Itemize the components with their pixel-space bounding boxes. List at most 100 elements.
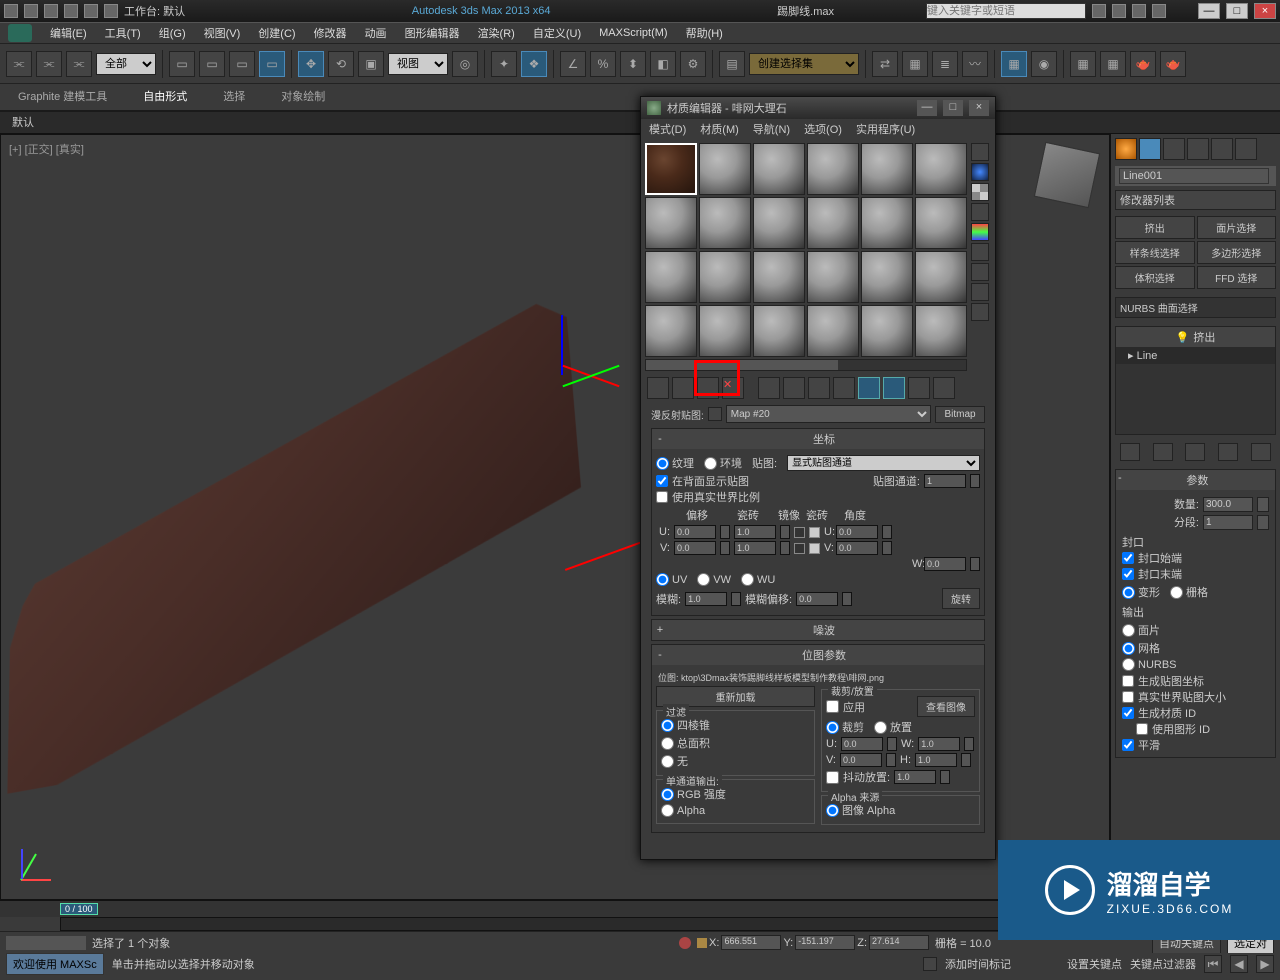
select-icon[interactable]: ▭ <box>169 51 195 77</box>
sample-slot[interactable] <box>645 251 697 303</box>
me-menu-nav[interactable]: 导航(N) <box>753 121 790 137</box>
menu-views[interactable]: 视图(V) <box>204 25 241 41</box>
sample-slot[interactable] <box>915 143 967 195</box>
go-parent-icon[interactable] <box>908 377 930 399</box>
crop-radio[interactable] <box>826 721 839 734</box>
sample-slot[interactable] <box>861 251 913 303</box>
sample-slot[interactable] <box>699 305 751 357</box>
rotate-icon[interactable]: ⟲ <box>328 51 354 77</box>
me-menu-material[interactable]: 材质(M) <box>700 121 739 137</box>
map-channel-spinner[interactable]: 1 <box>924 474 966 488</box>
u-tiling[interactable]: 1.0 <box>734 525 776 539</box>
me-maximize[interactable]: □ <box>943 100 963 116</box>
maximize-button[interactable]: □ <box>1226 3 1248 19</box>
map-type-button[interactable]: Bitmap <box>935 406 985 423</box>
app-menu-icon[interactable] <box>8 24 32 42</box>
sample-slot[interactable] <box>699 143 751 195</box>
curve-editor-icon[interactable]: 〰 <box>962 51 988 77</box>
get-material-icon[interactable] <box>647 377 669 399</box>
menu-tools[interactable]: 工具(T) <box>105 25 141 41</box>
show-in-vp-icon[interactable] <box>858 377 880 399</box>
crop-u[interactable]: 0.0 <box>841 737 883 751</box>
sample-slot[interactable] <box>753 251 805 303</box>
uv-radio[interactable] <box>656 573 669 586</box>
stack-item-line[interactable]: ▸ Line <box>1116 347 1275 364</box>
modifier-list-dropdown[interactable]: 修改器列表 <box>1115 190 1276 210</box>
script-icon[interactable] <box>923 957 937 971</box>
hierarchy-tab-icon[interactable] <box>1163 138 1185 160</box>
genmap-check[interactable] <box>1122 675 1134 687</box>
me-close[interactable]: × <box>969 100 989 116</box>
display-tab-icon[interactable] <box>1211 138 1233 160</box>
ribbon-tab-selection[interactable]: 选择 <box>205 83 263 111</box>
remove-mod-icon[interactable] <box>1218 443 1238 461</box>
mesh-radio[interactable] <box>1122 642 1135 655</box>
smooth-check[interactable] <box>1122 739 1134 751</box>
seg-spinbtn[interactable] <box>1257 515 1269 530</box>
me-menu-mode[interactable]: 模式(D) <box>649 121 686 137</box>
help-search-input[interactable] <box>926 3 1086 19</box>
u-angle[interactable]: 0.0 <box>836 525 878 539</box>
mirror-icon[interactable]: ⇄ <box>872 51 898 77</box>
abs-icon[interactable] <box>697 938 707 948</box>
modifier-stack[interactable]: 💡挤出 ▸ Line <box>1115 326 1276 435</box>
put-to-scene-icon[interactable] <box>672 377 694 399</box>
sample-slot-1[interactable] <box>645 143 697 195</box>
btn-patch-select[interactable]: 面片选择 <box>1197 216 1277 239</box>
menu-maxscript[interactable]: MAXScript(M) <box>599 27 667 39</box>
background-icon[interactable] <box>971 183 989 201</box>
texture-radio[interactable] <box>656 457 669 470</box>
preview-icon[interactable] <box>971 243 989 261</box>
scale-icon[interactable]: ▣ <box>358 51 384 77</box>
menu-animation[interactable]: 动画 <box>365 25 387 41</box>
v-angle[interactable]: 0.0 <box>836 541 878 555</box>
sample-uv-icon[interactable] <box>971 203 989 221</box>
blur-spinner[interactable]: 1.0 <box>685 592 727 606</box>
jitter-check[interactable] <box>826 771 839 784</box>
show-end-icon[interactable] <box>1153 443 1173 461</box>
sample-slot[interactable] <box>645 305 697 357</box>
edged-icon[interactable]: ◧ <box>650 51 676 77</box>
rollout-coord-header[interactable]: -坐标 <box>652 429 984 449</box>
v-tiling[interactable]: 1.0 <box>734 541 776 555</box>
video-check-icon[interactable] <box>971 223 989 241</box>
nurbs-row[interactable]: NURBS 曲面选择 <box>1115 297 1276 318</box>
close-button[interactable]: × <box>1254 3 1276 19</box>
manipulate-icon[interactable]: ✦ <box>491 51 517 77</box>
render-frame-icon[interactable]: ▦ <box>1100 51 1126 77</box>
bitmap-path[interactable]: 位图: ktop\3Dmax装饰踢脚线样板模型制作教程\啡网.png <box>656 669 980 686</box>
v-mirror-check[interactable] <box>794 543 805 554</box>
motion-tab-icon[interactable] <box>1187 138 1209 160</box>
mtl-mapping-icon[interactable] <box>971 303 989 321</box>
menu-edit[interactable]: 编辑(E) <box>50 25 87 41</box>
blur-offset-spinner[interactable]: 0.0 <box>796 592 838 606</box>
select-name-icon[interactable]: ▭ <box>199 51 225 77</box>
frame-marker[interactable]: 0 / 100 <box>60 903 98 915</box>
mat-id-icon[interactable] <box>833 377 855 399</box>
real-world-scale-check[interactable] <box>656 491 668 503</box>
spinner-snap-icon[interactable]: ⬍ <box>620 51 646 77</box>
sample-slot[interactable] <box>861 197 913 249</box>
btn-ffd-select[interactable]: FFD 选择 <box>1197 266 1277 289</box>
menu-customize[interactable]: 自定义(U) <box>533 25 581 41</box>
me-menu-utils[interactable]: 实用程序(U) <box>856 121 915 137</box>
star-icon[interactable] <box>1112 4 1126 18</box>
workspace-label[interactable]: 工作台: 默认 <box>124 3 185 19</box>
ribbon-tab-freeform[interactable]: 自由形式 <box>125 83 205 111</box>
config-icon[interactable]: ⚙ <box>680 51 706 77</box>
connect-icon[interactable] <box>1092 4 1106 18</box>
layers-icon[interactable]: ≣ <box>932 51 958 77</box>
patch-radio[interactable] <box>1122 624 1135 637</box>
crop-v[interactable]: 0.0 <box>840 753 882 767</box>
btn-poly-select[interactable]: 多边形选择 <box>1197 241 1277 264</box>
save-icon[interactable] <box>64 4 78 18</box>
sample-slot[interactable] <box>645 197 697 249</box>
grid-radio[interactable] <box>1170 586 1183 599</box>
bind-icon[interactable]: ⫘ <box>66 51 92 77</box>
rollout-bitmap-header[interactable]: -位图参数 <box>652 645 984 665</box>
undo-icon[interactable] <box>84 4 98 18</box>
ref-coord-system[interactable]: 视图 <box>388 53 448 75</box>
material-editor-icon[interactable]: ◉ <box>1031 51 1057 77</box>
menu-modifiers[interactable]: 修改器 <box>314 25 347 41</box>
render-icon[interactable]: 🫖 <box>1130 51 1156 77</box>
